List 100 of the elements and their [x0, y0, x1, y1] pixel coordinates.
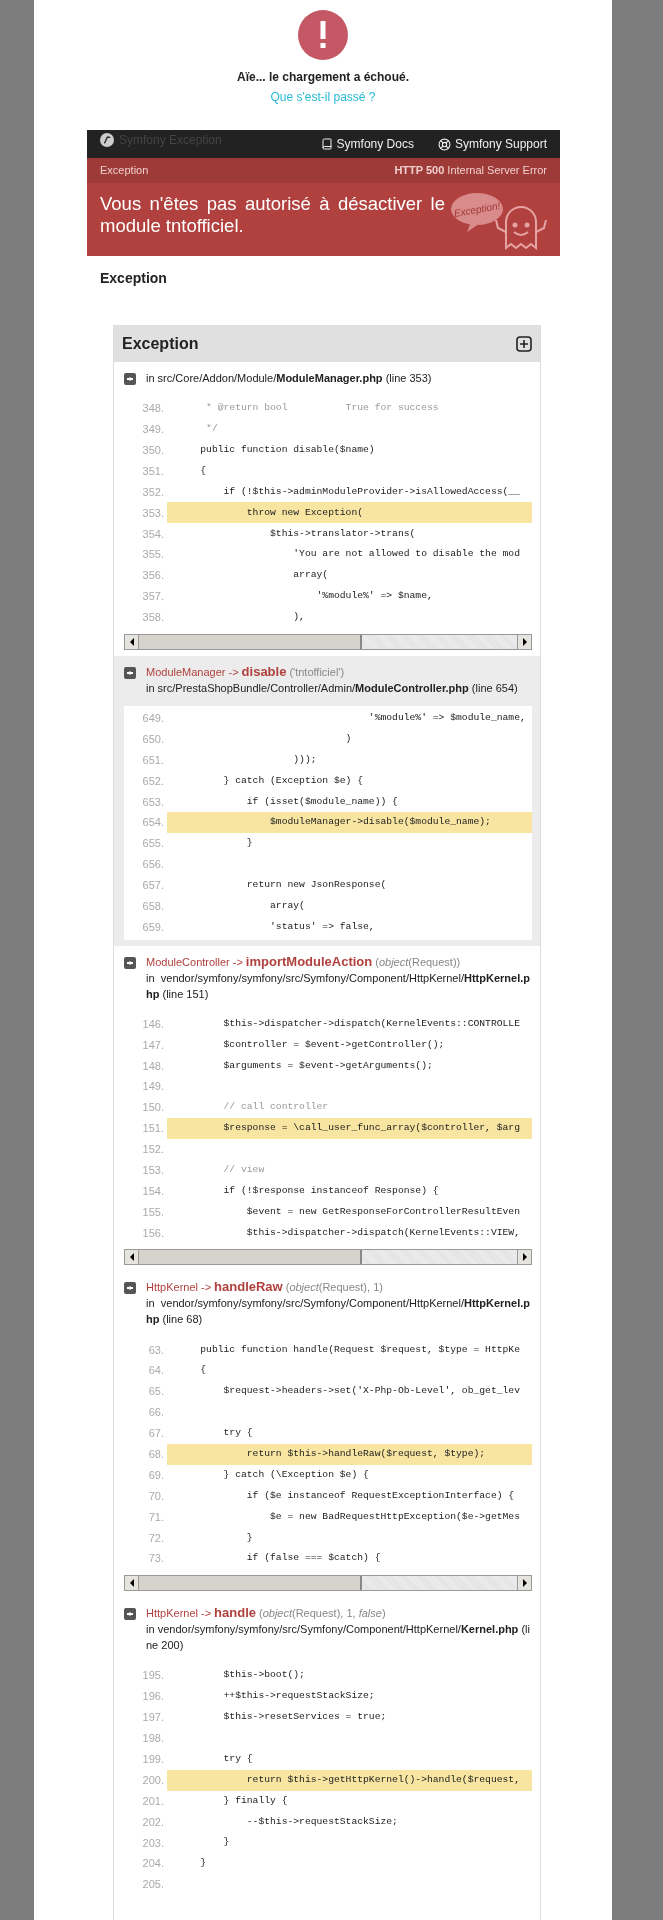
- book-icon: [320, 138, 333, 150]
- trace-method: handleRaw: [214, 1279, 283, 1296]
- section-title: Exception: [100, 269, 168, 288]
- trace-class: ModuleManager: [146, 664, 226, 680]
- trace-args: (object(Request), 1, false): [259, 1606, 386, 1622]
- trace-arrow: ->: [232, 954, 243, 970]
- scrollbar-thumb[interactable]: [139, 1576, 363, 1591]
- line-number: 352.: [141, 484, 165, 500]
- bubble-text: Exception!: [453, 200, 502, 219]
- expand-icon[interactable]: [516, 336, 532, 352]
- line-number: 650.: [141, 731, 165, 747]
- line-number: 154.: [141, 1183, 165, 1199]
- scroll-right-icon[interactable]: [517, 1576, 531, 1591]
- line-number: 66.: [147, 1405, 165, 1421]
- code-text: if (!$response instanceof Response) {: [222, 1183, 440, 1198]
- code-text: throw new Exception(: [167, 502, 532, 524]
- trace-args: (object(Request), 1): [285, 1280, 383, 1296]
- code-text: '%module%' => $name,: [315, 589, 434, 604]
- line-number: 656.: [141, 857, 165, 873]
- line-number: 651.: [141, 752, 165, 768]
- trace-file-path: in src/PrestaShopBundle/Controller/Admin/ModuleController.php (line 654): [146, 680, 519, 696]
- line-number: 205.: [141, 1877, 165, 1893]
- code-text: $arguments = $event->getArguments();: [222, 1058, 434, 1073]
- line-number: 357.: [141, 589, 165, 605]
- line-number: 197.: [141, 1710, 165, 1726]
- code-text: $this->dispatcher->dispatch(KernelEvents::VIEW,: [245, 1225, 521, 1240]
- line-number: 202.: [141, 1814, 165, 1830]
- code-text: if (false === $catch) {: [245, 1551, 382, 1566]
- code-text: $event = new GetResponseForControllerResultEven: [245, 1204, 521, 1219]
- header-link[interactable]: Symfony Docs: [320, 135, 414, 153]
- line-number: 151.: [141, 1121, 165, 1137]
- code-text: } finally {: [222, 1793, 289, 1808]
- line-number: 68.: [147, 1447, 165, 1463]
- line-number: 147.: [141, 1037, 165, 1053]
- code-text: if ($e instanceof RequestExceptionInterface) {: [245, 1488, 516, 1503]
- scroll-right-icon[interactable]: [517, 634, 531, 649]
- horizontal-scrollbar[interactable]: [124, 1575, 532, 1592]
- horizontal-scrollbar[interactable]: [124, 1249, 532, 1266]
- code-text: $this->translator->trans(: [269, 526, 417, 541]
- trace-method: disable: [241, 663, 287, 680]
- code-text: $request->headers->set('X-Php-Ob-Level', ob_get_lev: [222, 1384, 521, 1399]
- code-text: ): [344, 731, 353, 746]
- line-number: 353.: [141, 505, 165, 521]
- line-number: 73.: [147, 1551, 165, 1567]
- header-link[interactable]: Symfony Support: [437, 135, 547, 153]
- line-number: 653.: [141, 794, 165, 810]
- code-text: 'You are not allowed to disable the mod: [292, 547, 521, 562]
- status-text: Internal Server Error: [447, 163, 547, 179]
- plus-square-icon[interactable]: [124, 666, 136, 679]
- code-text: try {: [222, 1426, 254, 1441]
- trace-args: ('tntofficiel'): [289, 664, 345, 680]
- line-number: 356.: [141, 568, 165, 584]
- line-number: 655.: [141, 836, 165, 852]
- line-number: 658.: [141, 899, 165, 914]
- line-number: 652.: [141, 773, 165, 789]
- code-text: } catch (\Exception $e) {: [222, 1467, 370, 1482]
- trace-arrow: ->: [201, 1280, 212, 1296]
- line-number: 196.: [141, 1689, 165, 1705]
- error-title: Aïe... le chargement a échoué.: [236, 69, 410, 86]
- code-text: $moduleManager->disable($module_name);: [167, 812, 532, 834]
- trace-arrow: ->: [228, 664, 239, 680]
- logo-icon: [100, 133, 114, 147]
- code-text: }: [245, 836, 254, 851]
- code-text: '%module%' => $module_name,: [367, 710, 527, 725]
- trace-file-path: in vendor/symfony/symfony/src/Symfony/Component/HttpKernel/HttpKernel.php (line 68): [146, 1296, 530, 1328]
- line-number: 204.: [141, 1856, 165, 1872]
- scroll-right-icon[interactable]: [517, 1250, 531, 1265]
- lifebuoy-icon: [437, 137, 451, 151]
- scroll-left-icon[interactable]: [125, 634, 139, 649]
- horizontal-scrollbar[interactable]: [124, 633, 532, 650]
- scrollbar-thumb[interactable]: [139, 634, 363, 649]
- plus-square-icon[interactable]: [124, 373, 136, 385]
- line-number: 351.: [141, 463, 165, 479]
- plus-square-icon[interactable]: [124, 1282, 136, 1295]
- scroll-left-icon[interactable]: [125, 1576, 139, 1591]
- line-number: 71.: [147, 1509, 165, 1525]
- code-text: try {: [222, 1751, 254, 1766]
- line-number: 200.: [141, 1772, 165, 1788]
- line-number: 153.: [141, 1163, 165, 1178]
- line-number: 201.: [141, 1793, 165, 1809]
- line-number: 649.: [141, 711, 165, 726]
- line-number: 67.: [147, 1426, 165, 1442]
- line-number: 63.: [147, 1342, 165, 1358]
- line-number: 203.: [141, 1835, 165, 1851]
- scrollbar-thumb[interactable]: [139, 1250, 363, 1265]
- code-text: {: [199, 463, 208, 478]
- code-text: public function handle(Request $request, $type = HttpKe: [199, 1342, 521, 1357]
- code-text: $this->boot();: [222, 1668, 306, 1683]
- alert-icon: [298, 10, 348, 60]
- code-text: ++$this->requestStackSize;: [222, 1689, 376, 1704]
- code-text: )));: [292, 752, 318, 767]
- status-code: HTTP 500: [394, 163, 445, 179]
- code-text: array(: [269, 899, 306, 913]
- scroll-left-icon[interactable]: [125, 1250, 139, 1265]
- plus-square-icon[interactable]: [124, 956, 136, 969]
- code-text: // view: [222, 1163, 266, 1177]
- line-number: 654.: [141, 815, 165, 831]
- trace-file-path: in src/Core/Addon/Module/ModuleManager.php (line 353): [146, 371, 433, 386]
- line-number: 150.: [141, 1100, 165, 1116]
- plus-square-icon[interactable]: [124, 1608, 136, 1621]
